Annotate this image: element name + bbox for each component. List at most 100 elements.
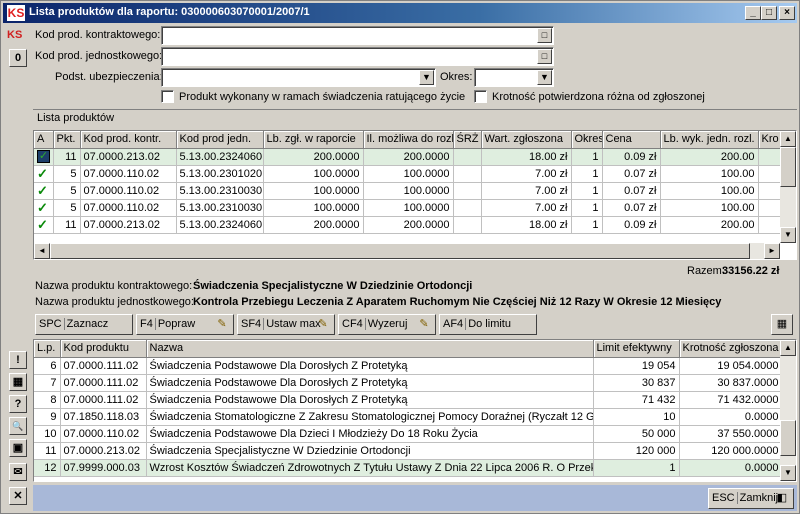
scroll-down-icon[interactable]: ▼ <box>780 227 796 243</box>
pencil-icon: ✎ <box>318 318 328 330</box>
table-row[interactable]: 10 07.0000.110.02 Świadczenia Podstawowe… <box>34 425 783 443</box>
okres-select[interactable]: ▼ <box>474 68 554 87</box>
kod-kontr-label: Kod prod. kontraktowego: <box>35 29 161 41</box>
cell-lb: 100.0000 <box>263 165 364 183</box>
chevron-down-icon[interactable]: ▼ <box>537 70 552 85</box>
cell-kontr: 07.0000.110.02 <box>80 165 177 183</box>
table-row[interactable]: 9 07.1850.118.03 Świadczenia Stomatologi… <box>34 408 783 426</box>
col-header[interactable]: L.p. <box>34 340 61 358</box>
col-header[interactable]: Nazwa <box>146 340 594 358</box>
col-header[interactable]: Kod produktu <box>60 340 147 358</box>
table-row[interactable]: 6 07.0000.111.02 Świadczenia Podstawowe … <box>34 357 783 375</box>
cell-lp: 11 <box>34 442 61 460</box>
row-checkbox[interactable]: ✓ <box>34 148 54 166</box>
col-header[interactable]: Cena <box>602 131 661 149</box>
cell-krot: 120 000.0000 <box>679 442 783 460</box>
scroll-up-icon[interactable]: ▲ <box>780 340 796 356</box>
row-checkbox[interactable]: ✓ <box>34 165 54 183</box>
ustaw-max-button[interactable]: SF4 Ustaw max ✎ <box>237 314 335 335</box>
mail-icon[interactable]: ✉ <box>9 463 27 481</box>
podst-select[interactable]: ▼ <box>161 68 436 87</box>
help-icon[interactable]: ? <box>9 395 27 413</box>
info-icon[interactable]: ! <box>9 351 27 369</box>
window-icon[interactable]: ▣ <box>9 439 27 457</box>
calculator-button[interactable]: ▦ <box>771 314 793 335</box>
col-header[interactable]: Lb. zgł. w raporcie <box>263 131 364 149</box>
table-row[interactable]: ✓ 5 07.0000.110.02 5.13.00.2310030 100.0… <box>34 182 795 200</box>
button-label: Popraw <box>157 318 196 330</box>
col-header[interactable]: Krotność zgłoszona <box>679 340 783 358</box>
cell-srz <box>453 165 482 183</box>
cell-lbwyk: 200.00 <box>660 216 759 234</box>
wyzeruj-button[interactable]: CF4 Wyzeruj ✎ <box>338 314 436 335</box>
maximize-button[interactable]: □ <box>761 6 777 20</box>
limits-vscrollbar[interactable]: ▲ ▼ <box>780 340 796 481</box>
products-vscrollbar[interactable]: ▲ ▼ <box>780 131 796 243</box>
cell-cena: 0.07 zł <box>602 165 661 183</box>
cell-kod: 07.0000.110.02 <box>60 425 147 443</box>
close-icon[interactable]: ✕ <box>9 487 27 505</box>
scroll-right-icon[interactable]: ► <box>764 243 780 259</box>
cell-pkt: 11 <box>53 148 81 166</box>
products-table: A Pkt. Kod prod. kontr. Kod prod jedn. L… <box>34 131 795 234</box>
table-row[interactable]: ✓ 5 07.0000.110.02 5.13.00.2310030 100.0… <box>34 199 795 217</box>
chevron-down-icon[interactable]: ▼ <box>419 70 434 85</box>
col-header[interactable]: Wart. zgłoszona <box>481 131 572 149</box>
cell-lp: 8 <box>34 391 61 409</box>
cell-krot: 0.0000 <box>679 459 783 477</box>
scroll-up-icon[interactable]: ▲ <box>780 131 796 147</box>
row-checkbox[interactable]: ✓ <box>34 182 54 200</box>
kod-jedn-field[interactable]: □ <box>161 47 554 66</box>
search-icon[interactable]: 🔍 <box>9 417 27 435</box>
col-header[interactable]: ŚRŻ <box>453 131 482 149</box>
calculator-icon[interactable]: ▦ <box>9 373 27 391</box>
col-header[interactable]: Kod prod jedn. <box>176 131 264 149</box>
row-checkbox[interactable]: ✓ <box>34 216 54 234</box>
cell-pkt: 5 <box>53 165 81 183</box>
minimize-button[interactable]: _ <box>745 6 761 20</box>
zero-button[interactable]: 0 <box>9 49 27 67</box>
cell-lp: 7 <box>34 374 61 392</box>
do-limitu-button[interactable]: AF4 Do limitu <box>439 314 537 335</box>
table-row[interactable]: 7 07.0000.111.02 Świadczenia Podstawowe … <box>34 374 783 392</box>
col-header[interactable]: A <box>34 131 54 149</box>
popraw-button[interactable]: F4 Popraw ✎ <box>136 314 234 335</box>
table-row[interactable]: 11 07.0000.213.02 Świadczenia Specjalist… <box>34 442 783 460</box>
ratujacy-checkbox[interactable] <box>161 90 174 103</box>
scroll-thumb[interactable] <box>780 147 796 187</box>
cell-okres: 1 <box>571 182 603 200</box>
zaznacz-button[interactable]: SPC Zaznacz <box>35 314 133 335</box>
kod-jedn-lookup-icon[interactable]: □ <box>537 49 552 64</box>
row-checkbox[interactable]: ✓ <box>34 199 54 217</box>
table-row[interactable]: ✓ 11 07.0000.213.02 5.13.00.2324060 200.… <box>34 148 795 166</box>
col-header[interactable]: Okres <box>571 131 603 149</box>
table-row[interactable]: ✓ 11 07.0000.213.02 5.13.00.2324060 200.… <box>34 216 795 234</box>
scroll-thumb[interactable] <box>780 420 796 456</box>
scroll-down-icon[interactable]: ▼ <box>780 465 796 481</box>
col-header[interactable]: Limit efektywny <box>593 340 680 358</box>
table-row[interactable]: 8 07.0000.111.02 Świadczenia Podstawowe … <box>34 391 783 409</box>
kontr-name-label: Nazwa produktu kontraktowego: <box>35 280 193 292</box>
zamknij-button[interactable]: ESC Zamknij ◧ <box>708 488 794 509</box>
pencil-icon: ✎ <box>217 318 227 330</box>
table-row[interactable]: 12 07.9999.000.03 Wzrost Kosztów Świadcz… <box>34 459 783 477</box>
okres-label: Okres: <box>440 71 473 83</box>
kod-kontr-lookup-icon[interactable]: □ <box>537 28 552 43</box>
cell-lb: 200.0000 <box>263 148 364 166</box>
krotnosc-checkbox[interactable] <box>474 90 487 103</box>
kod-kontr-field[interactable]: □ <box>161 26 554 45</box>
col-header[interactable]: Pkt. <box>53 131 81 149</box>
cell-il: 200.0000 <box>363 216 454 234</box>
col-header[interactable]: Il. możliwa do rozl. <box>363 131 454 149</box>
table-row[interactable]: ✓ 5 07.0000.110.02 5.13.00.2301020 100.0… <box>34 165 795 183</box>
close-button[interactable]: × <box>779 6 795 20</box>
col-header[interactable]: Lb. wyk. jedn. rozl. <box>660 131 759 149</box>
scroll-thumb[interactable] <box>50 243 750 259</box>
title-bar[interactable]: KS Lista produktów dla raportu: 03000060… <box>3 3 797 23</box>
products-hscrollbar[interactable]: ◄ ► <box>34 243 780 259</box>
scroll-left-icon[interactable]: ◄ <box>34 243 50 259</box>
cell-limit: 50 000 <box>593 425 680 443</box>
col-header[interactable]: Kod prod. kontr. <box>80 131 177 149</box>
cell-nazwa: Świadczenia Podstawowe Dla Dorosłych Z P… <box>146 357 594 375</box>
total-value: 33156.22 zł <box>722 265 780 277</box>
